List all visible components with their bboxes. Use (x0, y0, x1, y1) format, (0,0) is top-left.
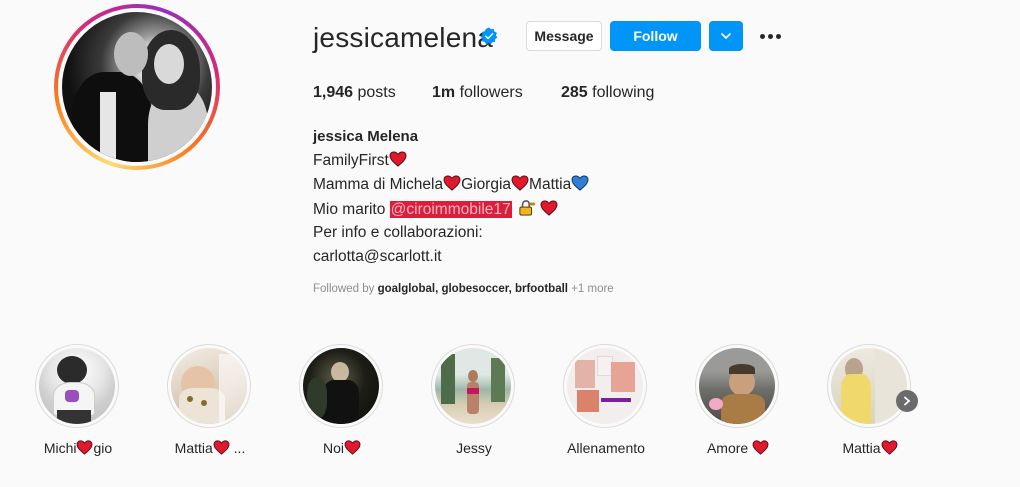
highlight-label: Mattia (807, 440, 933, 456)
highlight-ring (695, 344, 779, 428)
highlight-cover (699, 348, 775, 424)
red-heart-icon (389, 151, 407, 167)
followers-stat[interactable]: 1m followers (432, 84, 523, 102)
chevron-right-icon (904, 396, 911, 406)
avatar-photo-detail (154, 44, 184, 84)
highlight-label: Amore (675, 440, 801, 456)
lock-key-icon (519, 200, 535, 216)
chevron-down-icon (721, 33, 731, 40)
bio-line-1: FamilyFirst (313, 151, 407, 170)
bio-text: Mattia (529, 176, 572, 193)
red-heart-icon (344, 440, 361, 455)
red-heart-icon (511, 175, 529, 191)
bio-text: Mio marito (313, 201, 390, 218)
highlight-ring (167, 344, 251, 428)
followed-by-users: goalglobal, globesoccer, brfootball (377, 283, 568, 295)
following-label: following (592, 84, 655, 101)
followers-label: followers (459, 84, 523, 101)
following-stat[interactable]: 285 following (561, 84, 654, 102)
following-count: 285 (561, 84, 588, 101)
followed-by[interactable]: Followed by goalglobal, globesoccer, brf… (313, 283, 614, 295)
highlight-cover (435, 348, 511, 424)
followed-by-more: +1 more (571, 283, 614, 295)
avatar-photo-detail (114, 32, 148, 76)
highlights-next-button[interactable] (896, 390, 918, 412)
follow-button[interactable]: Follow (610, 21, 701, 51)
posts-count: 1,946 (313, 84, 354, 101)
highlight-label: Allenamento (567, 440, 645, 456)
bio-line-3: Mio marito @ciroimmobile17 (313, 200, 558, 219)
mention-link[interactable]: @ciroimmobile17 (389, 201, 512, 218)
highlight-label: Mattia ... (174, 440, 246, 456)
highlight-item[interactable]: Allenamento (563, 344, 649, 456)
bio-line-2: Mamma di Michela Giorgia Mattia (313, 175, 589, 194)
highlight-cover (39, 348, 115, 424)
verified-badge-icon (480, 27, 498, 45)
bio-line-4: Per info e collaborazioni: (313, 224, 483, 241)
bio-email: carlotta@scarlott.it (313, 248, 442, 265)
highlight-item[interactable]: Noi (299, 344, 385, 456)
profile-full-name: jessica Melena (313, 128, 419, 145)
highlight-cover (567, 348, 643, 424)
highlight-item[interactable]: Mattia ... (167, 344, 253, 456)
highlight-cover (303, 348, 379, 424)
highlight-ring (563, 344, 647, 428)
red-heart-icon (76, 440, 93, 455)
red-heart-icon (881, 440, 898, 455)
posts-stat: 1,946 posts (313, 84, 396, 102)
highlight-label: Michi gio (43, 440, 113, 456)
followers-count: 1m (432, 84, 456, 101)
red-heart-icon (752, 440, 769, 455)
red-heart-icon (443, 175, 461, 191)
red-heart-icon (213, 440, 230, 455)
red-heart-icon (540, 200, 558, 216)
highlight-label: Jessy (456, 440, 492, 456)
highlight-cover (831, 348, 907, 424)
highlight-label: Noi (279, 440, 405, 456)
highlight-item[interactable]: Michi gio (35, 344, 121, 456)
profile-avatar-ring[interactable] (54, 4, 220, 170)
message-button[interactable]: Message (526, 21, 602, 51)
avatar-photo-detail (100, 92, 116, 162)
highlight-item[interactable]: Amore (695, 344, 781, 456)
blue-heart-icon (571, 175, 589, 191)
avatar[interactable] (62, 12, 212, 162)
highlight-item[interactable]: Jessy (431, 344, 517, 456)
followed-by-prefix: Followed by (313, 283, 378, 295)
suggested-accounts-dropdown-button[interactable] (709, 21, 743, 51)
highlight-ring (827, 344, 911, 428)
highlight-ring (299, 344, 383, 428)
bio-text: Mamma di Michela (313, 176, 444, 193)
more-options-icon[interactable] (760, 28, 784, 44)
posts-label: posts (357, 84, 396, 101)
highlight-ring (35, 344, 119, 428)
bio-text: FamilyFirst (313, 152, 389, 169)
avatar-border (58, 8, 216, 166)
bio-text: Giorgia (461, 176, 512, 193)
highlight-ring (431, 344, 515, 428)
highlight-cover (171, 348, 247, 424)
username: jessicamelena (313, 22, 494, 53)
highlight-item[interactable]: Mattia (827, 344, 913, 456)
